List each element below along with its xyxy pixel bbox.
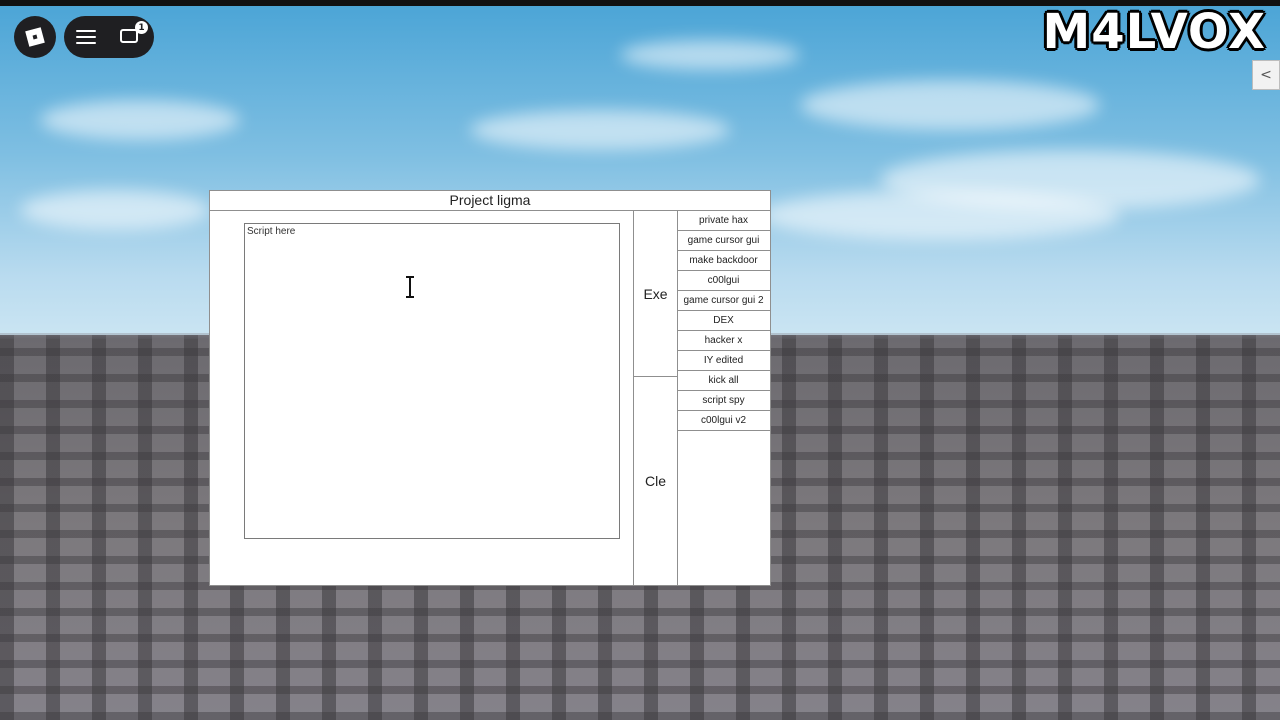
script-item[interactable]: private hax xyxy=(677,211,770,231)
script-placeholder: Script here xyxy=(247,226,296,237)
collapse-button[interactable]: < xyxy=(1252,60,1280,90)
cloud xyxy=(800,80,1100,130)
script-item[interactable]: make backdoor xyxy=(677,251,770,271)
cloud xyxy=(470,110,730,150)
watermark: M4LVOX xyxy=(1042,4,1266,60)
chat-icon[interactable]: 1 xyxy=(120,21,148,47)
chat-badge: 1 xyxy=(135,21,148,34)
script-input[interactable]: Script here xyxy=(244,223,620,539)
script-item[interactable]: game cursor gui xyxy=(677,231,770,251)
script-item[interactable]: c00lgui xyxy=(677,271,770,291)
hamburger-menu-icon[interactable] xyxy=(76,30,96,44)
cloud xyxy=(40,100,240,140)
script-item[interactable]: script spy xyxy=(677,391,770,411)
cloud xyxy=(620,40,800,70)
roblox-logo-icon xyxy=(25,27,45,47)
script-item[interactable]: kick all xyxy=(677,371,770,391)
script-item[interactable]: c00lgui v2 xyxy=(677,411,770,431)
executor-window: Project ligma Script here Exe Cle privat… xyxy=(209,190,771,586)
topbar-pill: 1 xyxy=(64,16,154,58)
roblox-menu-button[interactable] xyxy=(14,16,56,58)
action-column: Exe Cle xyxy=(633,211,678,585)
script-item[interactable]: DEX xyxy=(677,311,770,331)
text-cursor-icon xyxy=(406,276,414,298)
cloud xyxy=(760,190,1120,240)
cloud xyxy=(20,190,210,230)
script-item[interactable]: hacker x xyxy=(677,331,770,351)
script-item[interactable]: game cursor gui 2 xyxy=(677,291,770,311)
script-item[interactable]: IY edited xyxy=(677,351,770,371)
script-list: private hax game cursor gui make backdoo… xyxy=(677,211,770,431)
clear-button[interactable]: Cle xyxy=(634,377,677,585)
execute-button[interactable]: Exe xyxy=(634,211,677,377)
window-title: Project ligma xyxy=(210,191,770,211)
